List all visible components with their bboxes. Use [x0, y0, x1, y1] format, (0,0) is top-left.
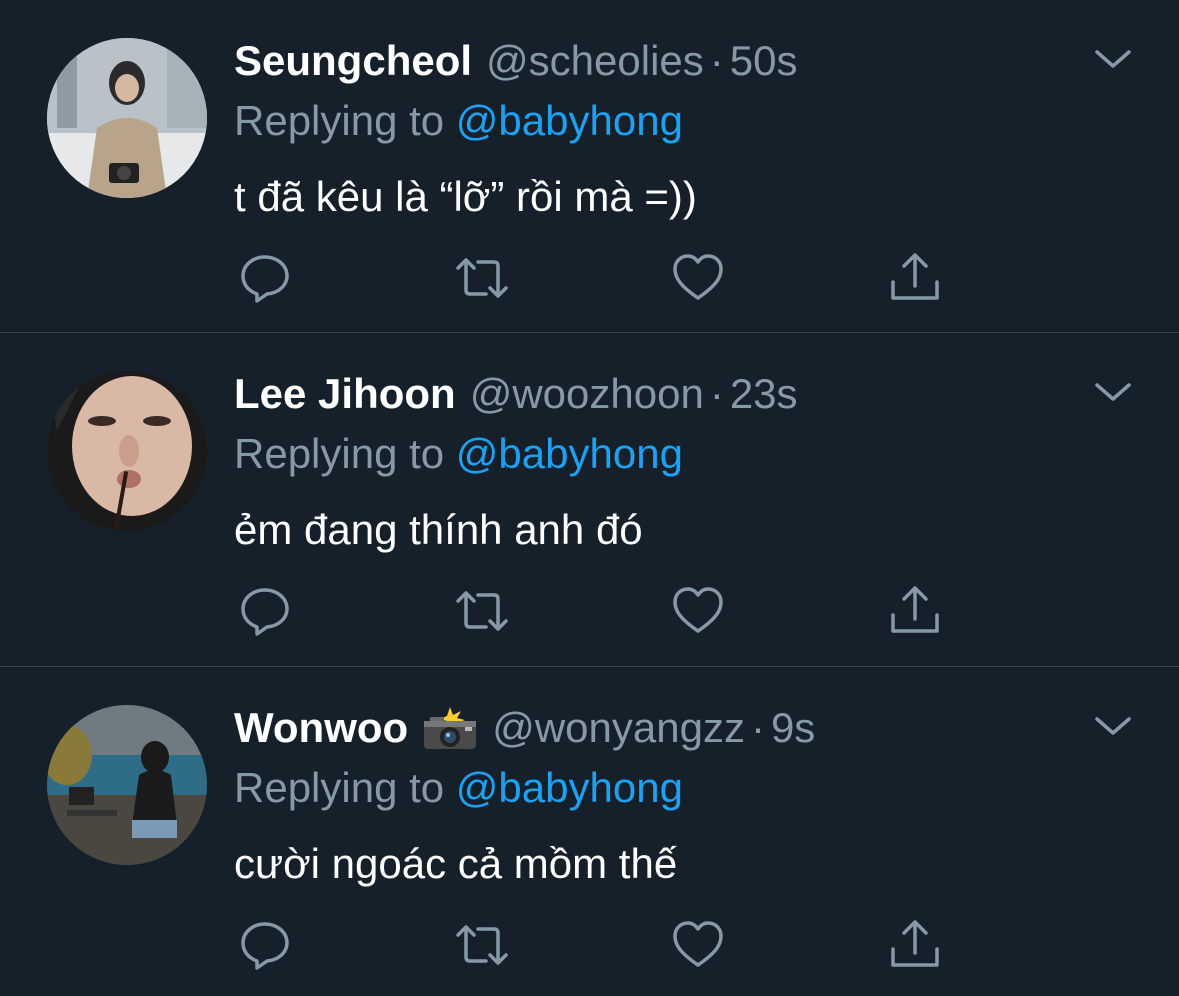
retweet-button[interactable]	[454, 919, 508, 971]
retweet-icon	[456, 925, 508, 965]
timestamp[interactable]: 50s	[730, 37, 798, 84]
display-name[interactable]: Seungcheol	[234, 37, 472, 84]
share-icon	[891, 253, 939, 300]
replying-to-link[interactable]: @babyhong	[456, 764, 683, 811]
replying-to-label: Replying to	[234, 430, 445, 477]
username[interactable]: @wonyangzz	[492, 704, 745, 751]
chevron-down-icon[interactable]	[1094, 377, 1132, 407]
tweet-text: cười ngoác cả mồm thế	[234, 840, 678, 887]
retweet-button[interactable]	[454, 585, 508, 637]
avatar[interactable]	[47, 371, 207, 531]
username[interactable]: @scheolies	[486, 37, 704, 84]
replying-to-link[interactable]: @babyhong	[456, 430, 683, 477]
replying-to: Replying to @babyhong	[234, 98, 683, 144]
like-icon	[673, 587, 723, 633]
share-icon	[891, 586, 939, 633]
reply-icon	[241, 922, 289, 970]
reply-icon	[241, 255, 289, 303]
tweet-text: ẻm đang thính anh đó	[234, 506, 643, 553]
reply-button[interactable]	[239, 919, 291, 971]
share-icon	[891, 920, 939, 967]
separator-dot: ·	[709, 37, 724, 84]
tweet-header: Wonwoo @wonyangzz · 9s	[234, 705, 815, 751]
tweet[interactable]: Seungcheol @scheolies · 50s Replying to @ba…	[0, 0, 1179, 332]
replying-to-label: Replying to	[234, 764, 445, 811]
like-icon	[673, 254, 723, 300]
timestamp[interactable]: 9s	[771, 704, 815, 751]
like-icon	[673, 921, 723, 967]
tweet-header: Lee Jihoon @woozhoon · 23s	[234, 371, 798, 417]
camera-with-flash-icon	[420, 705, 478, 751]
tweet-text: t đã kêu là “lỡ” rồi mà =))	[234, 173, 697, 220]
like-button[interactable]	[671, 252, 723, 304]
retweet-icon	[456, 258, 508, 298]
timestamp[interactable]: 23s	[730, 370, 798, 417]
separator-dot: ·	[709, 370, 724, 417]
tweet[interactable]: Lee Jihoon @woozhoon · 23s Replying to @bab…	[0, 333, 1179, 665]
reply-icon	[241, 588, 289, 636]
share-button[interactable]	[889, 252, 941, 304]
share-button[interactable]	[889, 919, 941, 971]
retweet-button[interactable]	[454, 252, 508, 304]
share-button[interactable]	[889, 585, 941, 637]
display-name[interactable]: Lee Jihoon	[234, 370, 456, 417]
username[interactable]: @woozhoon	[470, 370, 704, 417]
separator-dot: ·	[750, 704, 765, 751]
reply-button[interactable]	[239, 585, 291, 637]
tweet-actions	[0, 585, 1179, 637]
reply-button[interactable]	[239, 252, 291, 304]
chevron-down-icon[interactable]	[1094, 711, 1132, 741]
retweet-icon	[456, 591, 508, 631]
tweet[interactable]: Wonwoo @wonyangzz · 9s Replying to @babyhon…	[0, 667, 1179, 996]
like-button[interactable]	[671, 585, 723, 637]
replying-to: Replying to @babyhong	[234, 765, 683, 811]
avatar[interactable]	[47, 38, 207, 198]
chevron-down-icon[interactable]	[1094, 44, 1132, 74]
like-button[interactable]	[671, 919, 723, 971]
replying-to-link[interactable]: @babyhong	[456, 97, 683, 144]
replying-to-label: Replying to	[234, 97, 445, 144]
display-name[interactable]: Wonwoo	[234, 704, 408, 751]
replying-to: Replying to @babyhong	[234, 431, 683, 477]
tweet-actions	[0, 252, 1179, 304]
tweet-header: Seungcheol @scheolies · 50s	[234, 38, 798, 84]
tweet-actions	[0, 919, 1179, 971]
avatar[interactable]	[47, 705, 207, 865]
